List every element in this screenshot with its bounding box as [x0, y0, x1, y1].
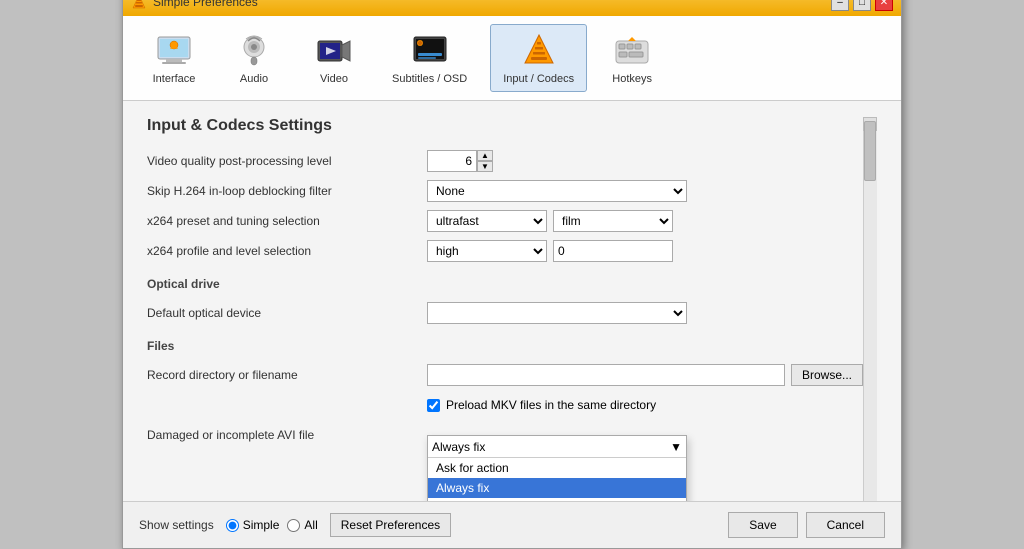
audio-icon [234, 31, 274, 71]
settings-form: Video quality post-processing level ▲ ▼ … [147, 149, 863, 501]
x264-preset-control: ultrafast superfast veryfast fast medium… [427, 210, 863, 232]
tab-interface-label: Interface [153, 73, 196, 85]
tab-subtitles-label: Subtitles / OSD [392, 73, 467, 85]
all-radio-option[interactable]: All [287, 518, 317, 532]
save-button[interactable]: Save [728, 512, 797, 538]
reset-preferences-button[interactable]: Reset Preferences [330, 513, 451, 537]
show-settings-label: Show settings [139, 518, 214, 532]
simple-label: Simple [243, 518, 280, 532]
dropdown-option-never[interactable]: Never fix [428, 498, 686, 501]
preload-mkv-checkbox[interactable] [427, 399, 440, 412]
x264-profile-select[interactable]: high main baseline [427, 240, 547, 262]
x264-tuning-select[interactable]: film animation grain stillimage [553, 210, 673, 232]
video-quality-input[interactable] [427, 150, 477, 172]
minimize-button[interactable]: – [831, 0, 849, 11]
x264-preset-row: x264 preset and tuning selection ultrafa… [147, 209, 863, 233]
video-quality-label: Video quality post-processing level [147, 154, 427, 168]
footer-right: Save Cancel [728, 512, 885, 538]
x264-profile-row: x264 profile and level selection high ma… [147, 239, 863, 263]
optical-device-control [427, 302, 863, 324]
dropdown-arrow-icon: ▼ [670, 440, 682, 454]
skip-h264-row: Skip H.264 in-loop deblocking filter Non… [147, 179, 863, 203]
title-bar: Simple Preferences – □ ✕ [123, 0, 901, 16]
preload-mkv-control: Preload MKV files in the same directory [427, 398, 863, 412]
record-dir-control: Browse... [427, 364, 863, 386]
x264-level-input[interactable] [553, 240, 673, 262]
video-quality-row: Video quality post-processing level ▲ ▼ [147, 149, 863, 173]
input-icon [519, 31, 559, 71]
record-dir-row: Record directory or filename Browse... [147, 363, 863, 387]
skip-h264-control: None All Non-reference [427, 180, 863, 202]
tab-video[interactable]: Video [299, 24, 369, 92]
radio-settings: Simple All [226, 518, 318, 532]
simple-radio[interactable] [226, 519, 239, 532]
skip-h264-select[interactable]: None All Non-reference [427, 180, 687, 202]
damaged-avi-label: Damaged or incomplete AVI file [147, 428, 427, 442]
main-window: Simple Preferences – □ ✕ Interface [122, 0, 902, 549]
video-icon [314, 31, 354, 71]
preload-mkv-label: Preload MKV files in the same directory [446, 398, 656, 412]
optical-device-select[interactable] [427, 302, 687, 324]
spinbox-arrows: ▲ ▼ [477, 150, 493, 172]
section-title: Input & Codecs Settings [147, 117, 863, 135]
vlc-title-icon [131, 0, 147, 10]
window-title: Simple Preferences [153, 0, 258, 9]
scrollbar-thumb[interactable] [864, 121, 876, 181]
maximize-button[interactable]: □ [853, 0, 871, 11]
spinbox-up[interactable]: ▲ [477, 150, 493, 161]
tab-audio-label: Audio [240, 73, 268, 85]
subtitles-icon [410, 31, 450, 71]
dropdown-current-value: Always fix [432, 440, 485, 454]
footer-left: Show settings Simple All Reset Preferenc… [139, 513, 451, 537]
scrollbar-track: ▲ ▼ [863, 117, 877, 501]
footer: Show settings Simple All Reset Preferenc… [123, 501, 901, 548]
x264-preset-select[interactable]: ultrafast superfast veryfast fast medium [427, 210, 547, 232]
x264-profile-label: x264 profile and level selection [147, 244, 427, 258]
tab-hotkeys[interactable]: Hotkeys [597, 24, 667, 92]
damaged-avi-dropdown[interactable]: Always fix ▼ Ask for action Always fix N… [427, 435, 687, 501]
close-button[interactable]: ✕ [875, 0, 893, 11]
cancel-button[interactable]: Cancel [806, 512, 885, 538]
all-label: All [304, 518, 317, 532]
dropdown-header[interactable]: Always fix ▼ [428, 436, 686, 458]
record-dir-input[interactable] [427, 364, 785, 386]
tab-input-label: Input / Codecs [503, 73, 574, 85]
simple-radio-option[interactable]: Simple [226, 518, 280, 532]
optical-device-row: Default optical device [147, 301, 863, 325]
video-quality-control: ▲ ▼ [427, 150, 863, 172]
x264-preset-label: x264 preset and tuning selection [147, 214, 427, 228]
x264-profile-control: high main baseline [427, 240, 863, 262]
dropdown-option-ask[interactable]: Ask for action [428, 458, 686, 478]
content-area: Input & Codecs Settings Video quality po… [123, 101, 901, 501]
tab-interface[interactable]: Interface [139, 24, 209, 92]
record-dir-label: Record directory or filename [147, 368, 427, 382]
skip-h264-label: Skip H.264 in-loop deblocking filter [147, 184, 427, 198]
files-group: Files [147, 339, 863, 353]
browse-button[interactable]: Browse... [791, 364, 863, 386]
title-bar-left: Simple Preferences [131, 0, 258, 10]
tab-input[interactable]: Input / Codecs [490, 24, 587, 92]
spinbox-down[interactable]: ▼ [477, 161, 493, 172]
tab-subtitles[interactable]: Subtitles / OSD [379, 24, 480, 92]
title-bar-buttons: – □ ✕ [831, 0, 893, 11]
preload-mkv-row: Preload MKV files in the same directory [147, 393, 863, 417]
damaged-avi-row: Damaged or incomplete AVI file Always fi… [147, 423, 863, 447]
dropdown-option-always[interactable]: Always fix [428, 478, 686, 498]
hotkeys-icon [612, 31, 652, 71]
optical-drive-group: Optical drive [147, 277, 863, 291]
optical-device-label: Default optical device [147, 306, 427, 320]
all-radio[interactable] [287, 519, 300, 532]
main-content: Input & Codecs Settings Video quality po… [147, 117, 877, 501]
interface-icon [154, 31, 194, 71]
toolbar: Interface Audio [123, 16, 901, 101]
tab-video-label: Video [320, 73, 348, 85]
tab-hotkeys-label: Hotkeys [612, 73, 652, 85]
tab-audio[interactable]: Audio [219, 24, 289, 92]
